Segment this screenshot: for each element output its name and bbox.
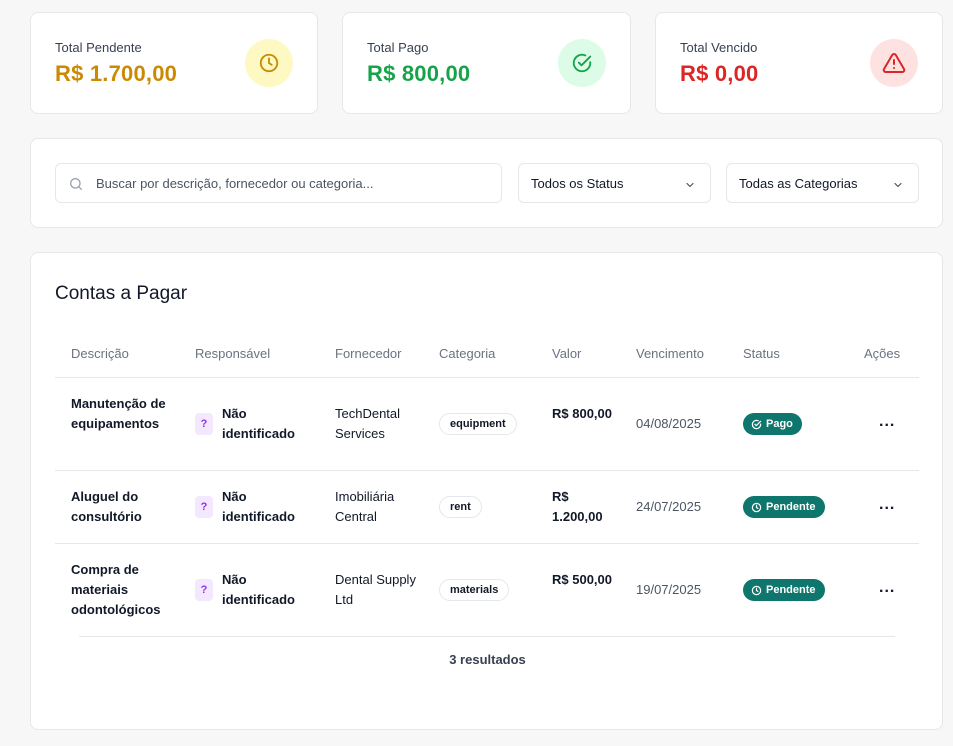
row-actions-menu-button[interactable]: ... — [879, 578, 895, 598]
check-circle-icon — [558, 39, 606, 87]
table-row[interactable]: Manutenção de equipamentos ? Não identif… — [55, 378, 919, 471]
column-header-responsible: Responsável — [195, 346, 271, 361]
table-row[interactable]: Aluguel do consultório ? Não identificad… — [55, 471, 919, 544]
clock-icon — [751, 585, 762, 595]
payables-table-card: Contas a Pagar Descrição Responsável For… — [30, 252, 943, 730]
summary-card-overdue: Total Vencido R$ 0,00 — [655, 12, 943, 114]
row-actions-menu-button[interactable]: ... — [879, 412, 895, 432]
search-box[interactable] — [55, 163, 502, 203]
row-description: Compra de materiais odontológicos — [71, 562, 161, 617]
check-circle-icon — [751, 419, 762, 429]
status-badge-label: Pago — [766, 418, 793, 430]
table-title: Contas a Pagar — [55, 283, 188, 304]
row-description: Manutenção de equipamentos — [71, 396, 166, 431]
filters-panel: Todos os Status Todas as Categorias — [30, 138, 943, 228]
category-filter-value: Todas as Categorias — [739, 176, 858, 191]
row-responsible: Não identificado — [222, 489, 295, 524]
search-icon — [68, 176, 84, 197]
row-responsible: Não identificado — [222, 406, 295, 441]
category-badge: materials — [439, 579, 510, 601]
row-responsible: Não identificado — [222, 572, 295, 607]
column-header-value: Valor — [552, 346, 582, 361]
summary-pending-label: Total Pendente — [55, 40, 142, 55]
status-filter-select[interactable]: Todos os Status — [518, 163, 711, 203]
table-row[interactable]: Compra de materiais odontológicos ? Não … — [55, 544, 919, 637]
results-count: 3 resultados — [449, 652, 526, 667]
column-header-due: Vencimento — [636, 346, 704, 361]
clock-icon — [245, 39, 293, 87]
row-value: R$ 800,00 — [552, 406, 612, 421]
row-supplier: TechDental Services — [335, 406, 401, 441]
row-supplier: Dental Supply Ltd — [335, 572, 416, 607]
summary-paid-value: R$ 800,00 — [367, 61, 471, 86]
warning-triangle-icon — [870, 39, 918, 87]
category-badge: equipment — [439, 413, 517, 435]
responsible-unknown-badge: ? — [195, 413, 213, 435]
responsible-unknown-badge: ? — [195, 496, 213, 518]
column-header-actions: Ações — [864, 346, 901, 361]
row-description: Aluguel do consultório — [71, 489, 142, 524]
category-filter-select[interactable]: Todas as Categorias — [726, 163, 919, 203]
status-badge: Pendente — [743, 496, 825, 518]
chevron-down-icon — [684, 178, 696, 196]
summary-pending-value: R$ 1.700,00 — [55, 61, 178, 86]
row-due-date: 04/08/2025 — [636, 416, 702, 431]
row-value: R$ 500,00 — [552, 572, 612, 587]
summary-paid-label: Total Pago — [367, 40, 429, 55]
column-header-supplier: Fornecedor — [335, 346, 402, 361]
row-due-date: 24/07/2025 — [636, 499, 702, 514]
status-badge: Pendente — [743, 579, 825, 601]
summary-card-paid: Total Pago R$ 800,00 — [342, 12, 631, 114]
row-supplier: Imobiliária Central — [335, 489, 395, 524]
clock-icon — [751, 502, 762, 512]
summary-overdue-value: R$ 0,00 — [680, 61, 759, 86]
status-badge-label: Pendente — [766, 501, 816, 513]
status-badge-label: Pendente — [766, 584, 816, 596]
category-badge: rent — [439, 496, 482, 518]
summary-card-pending: Total Pendente R$ 1.700,00 — [30, 12, 318, 114]
status-badge: Pago — [743, 413, 802, 435]
search-input[interactable] — [96, 164, 491, 202]
column-header-status: Status — [743, 346, 780, 361]
responsible-unknown-badge: ? — [195, 579, 213, 601]
chevron-down-icon — [892, 178, 904, 196]
column-header-category: Categoria — [439, 346, 496, 361]
row-value: R$ 1.200,00 — [552, 489, 603, 524]
column-header-description: Descrição — [71, 346, 129, 361]
footer-divider — [79, 636, 895, 637]
row-actions-menu-button[interactable]: ... — [879, 495, 895, 515]
summary-overdue-label: Total Vencido — [680, 40, 758, 55]
status-filter-value: Todos os Status — [531, 176, 624, 191]
row-due-date: 19/07/2025 — [636, 582, 702, 597]
